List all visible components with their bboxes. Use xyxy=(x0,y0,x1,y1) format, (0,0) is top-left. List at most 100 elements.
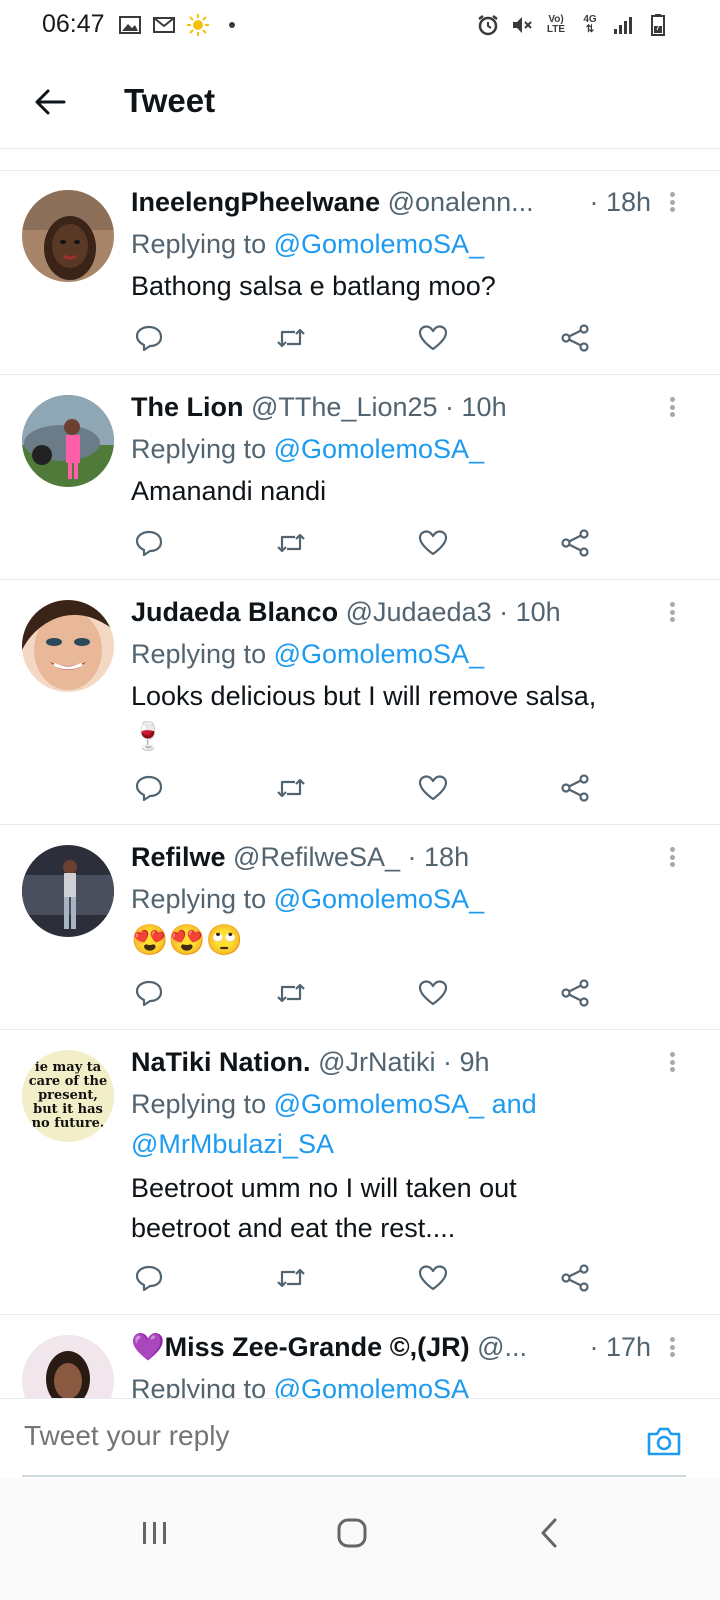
mention-link[interactable]: @GomolemoSA_ xyxy=(274,639,485,669)
retweet-button[interactable] xyxy=(273,320,309,356)
display-name[interactable]: 💜Miss Zee-Grande ©,(JR) xyxy=(131,1332,470,1362)
recent-apps-icon xyxy=(143,1522,166,1544)
user-handle[interactable]: @RefilweSA_ xyxy=(233,842,400,872)
camera-icon xyxy=(647,1427,681,1456)
share-button[interactable] xyxy=(557,525,593,561)
reply-tweet[interactable]: 💜Miss Zee-Grande ©,(JR) @... · 17h Reply… xyxy=(0,1315,720,1398)
reply-composer xyxy=(0,1398,720,1479)
recent-apps-button[interactable] xyxy=(130,1508,180,1558)
display-name[interactable]: Judaeda Blanco xyxy=(131,597,338,627)
more-options-icon[interactable] xyxy=(660,395,684,419)
user-handle[interactable]: @TThe_Lion25 xyxy=(251,392,438,422)
heart-icon xyxy=(418,775,448,801)
more-options-icon[interactable] xyxy=(660,600,684,624)
like-button[interactable] xyxy=(415,525,451,561)
tweet-text-line2: beetroot and eat the rest.... xyxy=(131,1213,456,1243)
status-bar: 06:47 Vo) LTE 4G ⇅ xyxy=(0,0,720,56)
camera-button[interactable] xyxy=(644,1421,684,1461)
reply-button[interactable] xyxy=(131,320,167,356)
system-nav-bar xyxy=(0,1478,720,1600)
thread-divider xyxy=(0,148,720,171)
more-options-icon[interactable] xyxy=(660,1050,684,1074)
alarm-icon xyxy=(476,14,500,36)
page-title: Tweet xyxy=(124,82,216,119)
tweet-header: Refilwe @RefilweSA_ · 18h xyxy=(131,839,651,875)
mute-icon xyxy=(510,14,534,36)
user-handle[interactable]: @JrNatiki xyxy=(318,1047,435,1077)
avatar[interactable] xyxy=(22,1335,114,1398)
more-options-icon[interactable] xyxy=(660,845,684,869)
share-button[interactable] xyxy=(557,770,593,806)
replying-to-label: Replying to xyxy=(131,229,274,259)
share-button[interactable] xyxy=(557,320,593,356)
like-button[interactable] xyxy=(415,975,451,1011)
user-handle[interactable]: @... xyxy=(477,1332,527,1362)
mention-link[interactable]: @GomolemoSA_ xyxy=(274,229,485,259)
tweet-text: Amanandi nandi xyxy=(131,476,327,506)
replying-to-label: Replying to xyxy=(131,639,274,669)
mention-link[interactable]: @GomolemoSA_ xyxy=(274,434,485,464)
tweet-reply-input[interactable] xyxy=(22,1419,626,1453)
back-button[interactable] xyxy=(30,82,70,122)
display-name[interactable]: IneelengPheelwane xyxy=(131,187,380,217)
user-handle[interactable]: @Judaeda3 xyxy=(346,597,492,627)
display-name[interactable]: Refilwe xyxy=(131,842,226,872)
tweet-actions xyxy=(131,770,601,806)
reply-button[interactable] xyxy=(131,525,167,561)
reply-tweet[interactable]: IneelengPheelwane @onalenn... · 18h Repl… xyxy=(0,170,720,375)
replying-to: Replying to @GomolemoSA_ and xyxy=(131,1084,691,1124)
avatar[interactable]: ie may ta care of the present, but it ha… xyxy=(22,1050,114,1142)
retweet-icon xyxy=(277,328,305,348)
avatar[interactable] xyxy=(22,600,114,692)
retweet-button[interactable] xyxy=(273,525,309,561)
mention-link[interactable]: @GomolemoSA_ and xyxy=(274,1089,537,1119)
display-name[interactable]: The Lion xyxy=(131,392,243,422)
status-right-icons: Vo) LTE 4G ⇅ xyxy=(476,14,670,36)
avatar[interactable] xyxy=(22,395,114,487)
reply-button[interactable] xyxy=(131,975,167,1011)
mention-link[interactable]: @GomolemoSA_ xyxy=(274,884,485,914)
status-time: 06:47 xyxy=(42,10,105,38)
share-button[interactable] xyxy=(557,1260,593,1296)
replying-to-label: Replying to xyxy=(131,1089,274,1119)
tweet-header: 💜Miss Zee-Grande ©,(JR) @... · 17h xyxy=(131,1329,651,1365)
reply-icon xyxy=(135,1265,163,1292)
reply-tweet[interactable]: Judaeda Blanco @Judaeda3 · 10h Replying … xyxy=(0,580,720,825)
avatar[interactable] xyxy=(22,845,114,937)
like-button[interactable] xyxy=(415,770,451,806)
reply-tweet[interactable]: Refilwe @RefilweSA_ · 18h Replying to @G… xyxy=(0,825,720,1030)
reply-button[interactable] xyxy=(131,770,167,806)
replying-to: Replying to @GomolemoSA_ xyxy=(131,634,691,674)
back-nav-button[interactable] xyxy=(524,1508,574,1558)
more-options-icon[interactable] xyxy=(660,1335,684,1359)
display-name[interactable]: NaTiki Nation. xyxy=(131,1047,311,1077)
retweet-button[interactable] xyxy=(273,975,309,1011)
like-button[interactable] xyxy=(415,1260,451,1296)
tweet-time: · 9h xyxy=(443,1047,490,1077)
share-button[interactable] xyxy=(557,975,593,1011)
status-left-icons xyxy=(118,14,244,36)
retweet-button[interactable] xyxy=(273,1260,309,1296)
more-options-icon[interactable] xyxy=(660,190,684,214)
heart-icon xyxy=(418,1265,448,1291)
tweet-actions xyxy=(131,1260,601,1296)
volte-label: Vo) LTE xyxy=(546,14,566,35)
tweet-actions xyxy=(131,975,601,1011)
mention-link[interactable]: @GomolemoSA_ xyxy=(274,1374,485,1398)
mention-link[interactable]: @MrMbulazi_SA xyxy=(131,1129,334,1159)
volte-icon: Vo) LTE xyxy=(544,14,568,36)
sun-icon xyxy=(186,14,210,36)
reply-tweet[interactable]: The Lion @TThe_Lion25 · 10h Replying to … xyxy=(0,375,720,580)
user-handle[interactable]: @onalenn... xyxy=(388,187,534,217)
like-button[interactable] xyxy=(415,320,451,356)
replying-to-label: Replying to xyxy=(131,884,274,914)
home-button[interactable] xyxy=(327,1508,377,1558)
tweet-header: Judaeda Blanco @Judaeda3 · 10h xyxy=(131,594,651,630)
reply-tweet[interactable]: ie may ta care of the present, but it ha… xyxy=(0,1030,720,1315)
reply-button[interactable] xyxy=(131,1260,167,1296)
avatar[interactable] xyxy=(22,190,114,282)
tweet-header: The Lion @TThe_Lion25 · 10h xyxy=(131,389,651,425)
retweet-button[interactable] xyxy=(273,770,309,806)
back-icon xyxy=(541,1518,557,1548)
replying-to: Replying to @GomolemoSA_ xyxy=(131,879,691,919)
